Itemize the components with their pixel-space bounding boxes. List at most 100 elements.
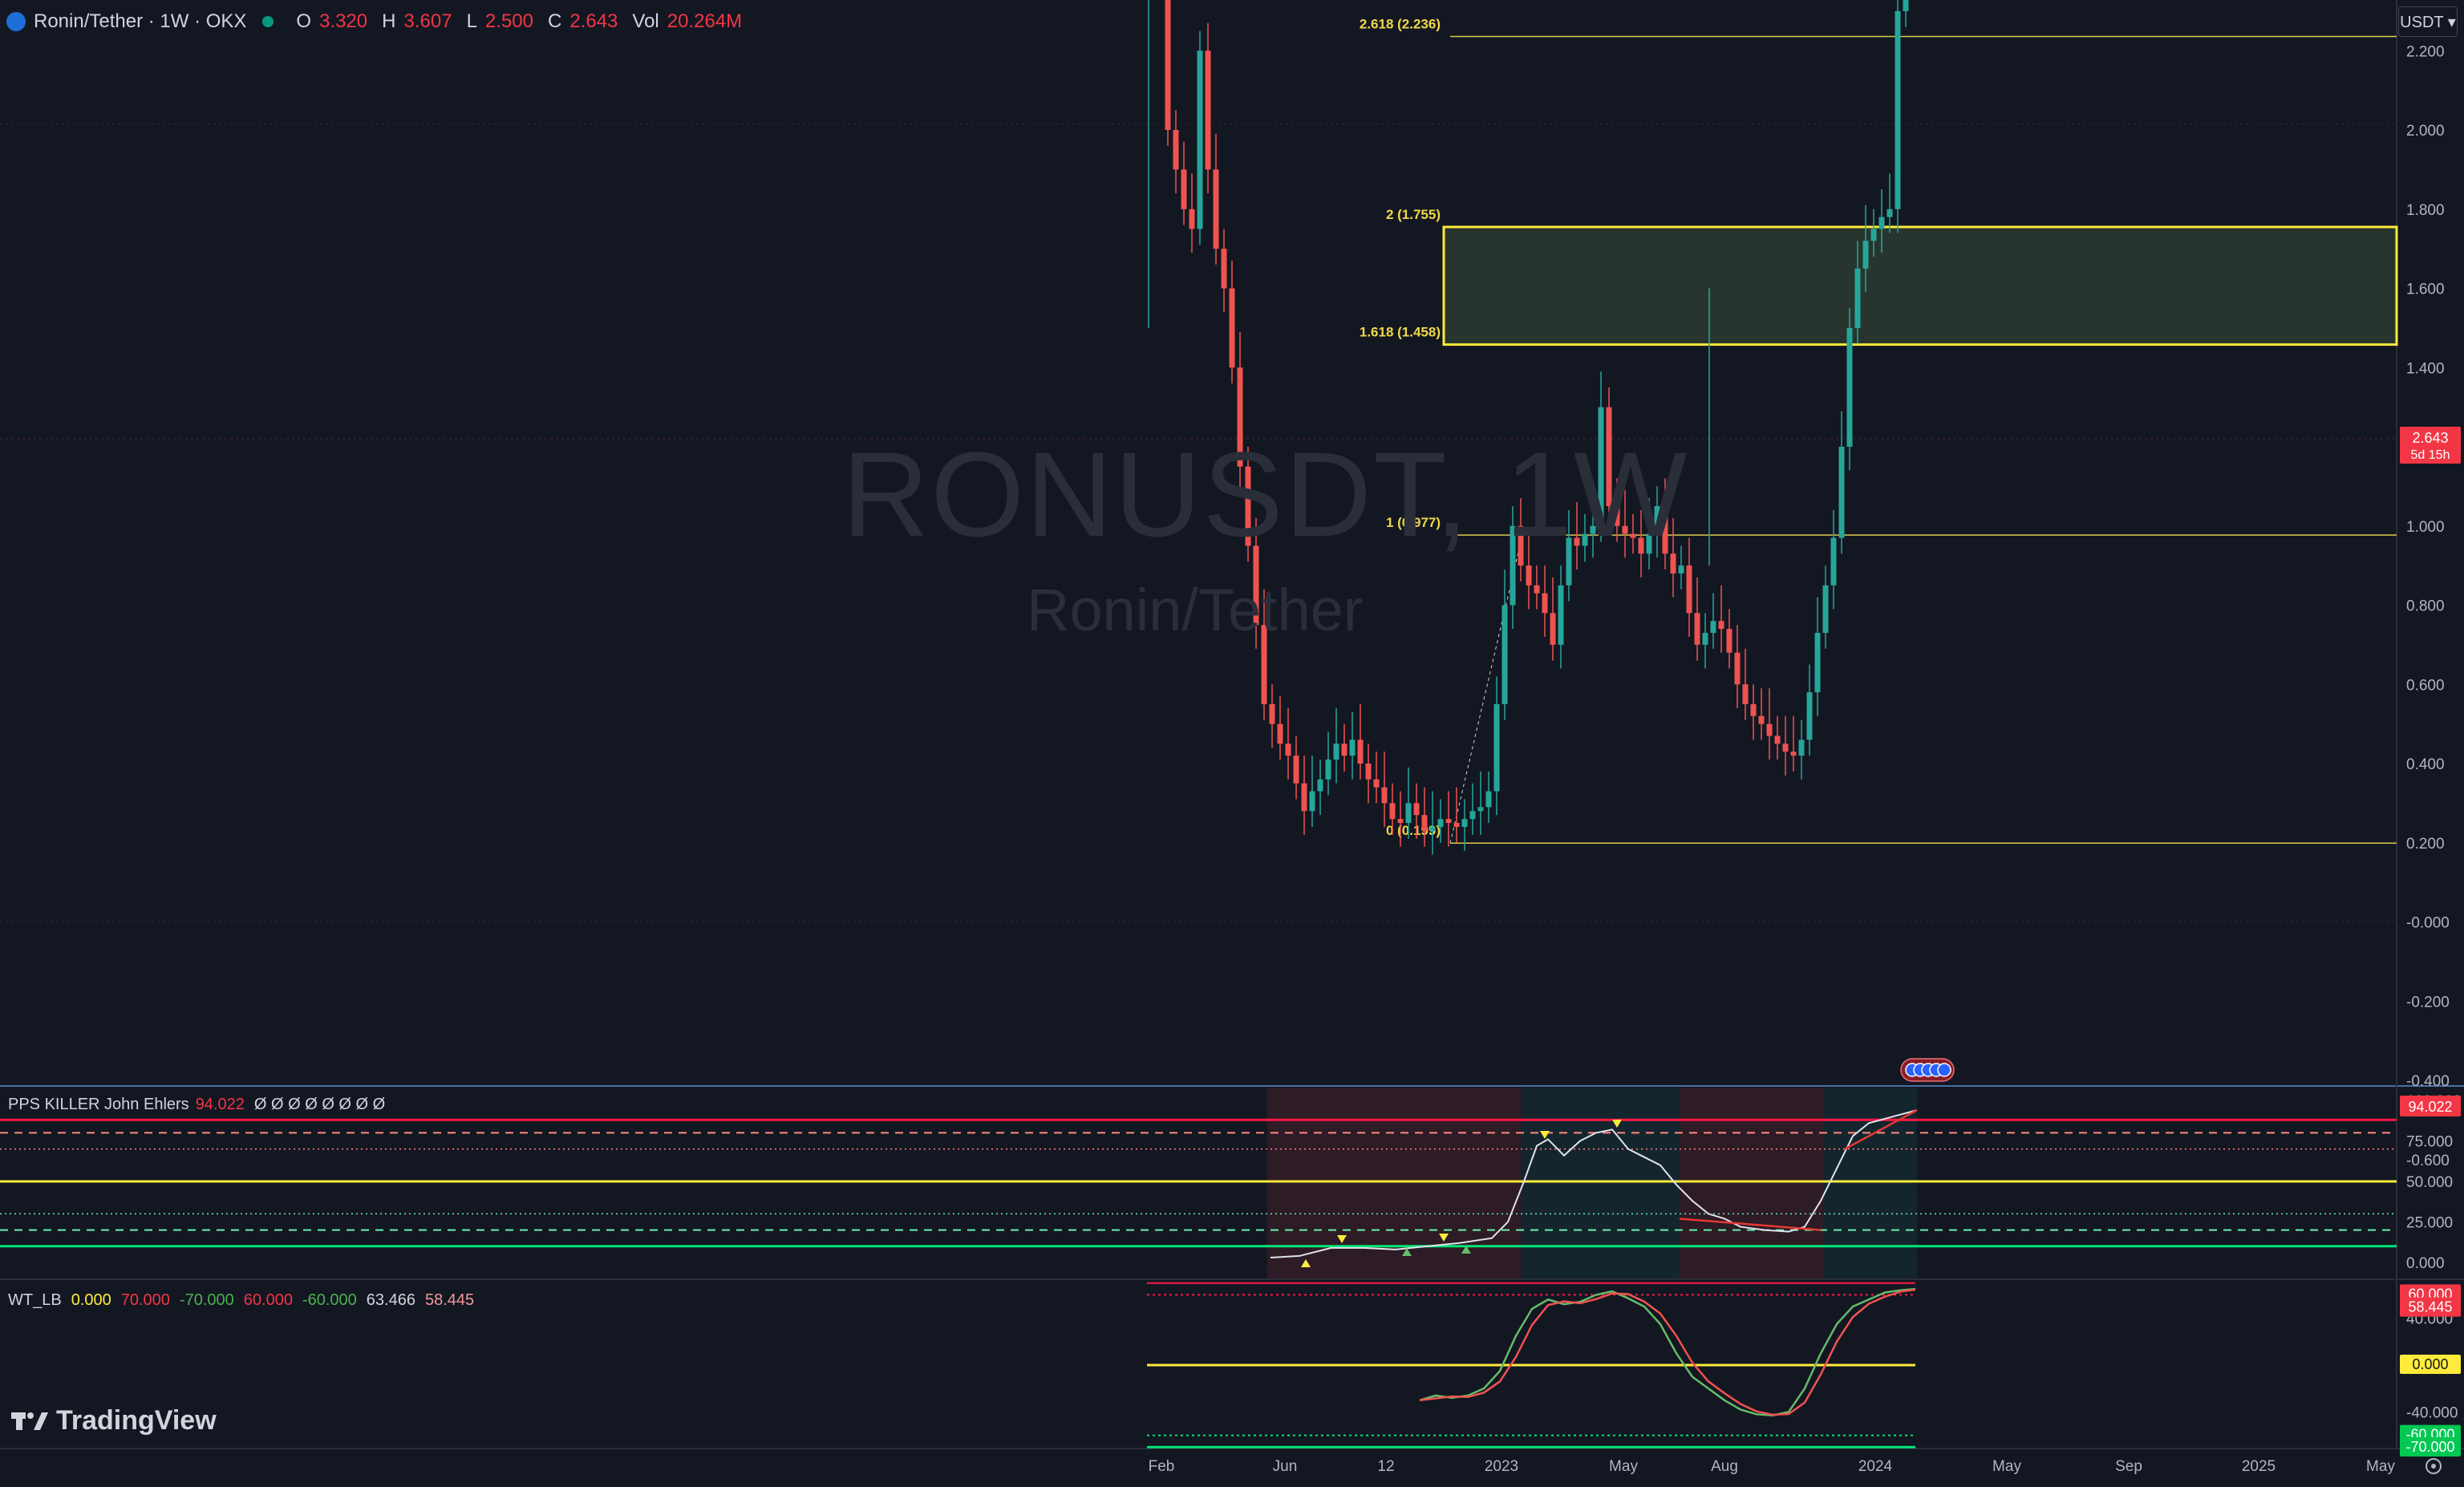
- candle-body: [1197, 51, 1203, 229]
- wt-line-green: [1419, 1287, 1916, 1417]
- high-label: H: [382, 10, 396, 32]
- indicator2-param-6: 63.466: [366, 1291, 415, 1309]
- time-tick-label: 2023: [1485, 1458, 1518, 1475]
- candle-body: [1758, 715, 1765, 724]
- candle-body: [1421, 815, 1428, 831]
- ronin-coin-icon: [6, 12, 26, 31]
- indicator1-value: 94.022: [195, 1096, 245, 1113]
- candle-body: [1558, 585, 1564, 645]
- candle-body: [1293, 756, 1299, 784]
- candle-body: [1325, 760, 1331, 780]
- price-chart[interactable]: 4.6004.4004.2004.0003.8003.6003.4003.200…: [0, 0, 2464, 1483]
- candle-body: [1221, 249, 1227, 289]
- candle-body: [1734, 652, 1741, 685]
- candle-body: [1678, 565, 1684, 573]
- candle-body: [1550, 613, 1556, 645]
- indicator1-extra: Ø Ø Ø Ø Ø Ø Ø Ø: [253, 1096, 386, 1113]
- candle-body: [1854, 268, 1861, 328]
- candle-body: [1477, 807, 1484, 812]
- ind1-zone-red: [1680, 1088, 1824, 1278]
- indicator2-legend[interactable]: WT_LB 0.000 70.000 -70.000 60.000 -60.00…: [8, 1291, 474, 1310]
- candle-body: [1405, 803, 1412, 824]
- candle-body: [1814, 633, 1821, 693]
- wt-value-badge-label: 58.445: [2408, 1299, 2452, 1315]
- price-tick-label: 0.800: [2406, 598, 2445, 615]
- watermark-symbol: RONUSDT, 1W: [842, 427, 1689, 561]
- candle-body: [1718, 621, 1724, 630]
- candle-body: [1742, 684, 1749, 704]
- tradingview-logo-icon: [11, 1409, 48, 1433]
- wt-value-badge-label: 0.000: [2412, 1356, 2448, 1372]
- candle-body: [1365, 764, 1372, 780]
- wt-value-badge-label: -70.000: [2405, 1439, 2454, 1455]
- candle-body: [1534, 585, 1540, 594]
- time-tick-label: Sep: [2115, 1458, 2142, 1475]
- candle-body: [1357, 739, 1364, 764]
- candle-body: [1485, 791, 1492, 808]
- candle-body: [1702, 633, 1708, 645]
- ind1-tick-label: 0.000: [2406, 1255, 2445, 1272]
- close-value: 2.643: [569, 10, 618, 32]
- market-status-icon[interactable]: [262, 16, 274, 27]
- candle-body: [1397, 819, 1404, 824]
- tradingview-brand[interactable]: TradingView: [11, 1405, 217, 1436]
- candle-body: [1181, 169, 1187, 209]
- candle-body: [1542, 593, 1548, 614]
- candle-body: [1269, 703, 1275, 724]
- candle-body: [1790, 752, 1797, 756]
- candle-body: [1526, 565, 1532, 585]
- candle-body: [1895, 10, 1901, 209]
- indicator2-param-3: -70.000: [179, 1291, 234, 1309]
- candle-body: [1774, 735, 1781, 744]
- price-tick-label: -0.000: [2406, 915, 2450, 932]
- volume-label: Vol: [632, 10, 659, 32]
- candle-body: [1726, 629, 1732, 653]
- candle-body: [1903, 0, 1909, 11]
- price-tick-label: 1.800: [2406, 202, 2445, 219]
- candle-body: [1301, 783, 1307, 812]
- candle-body: [1213, 169, 1219, 249]
- price-tick-label: -0.200: [2406, 994, 2450, 1011]
- candle-body: [1878, 217, 1885, 229]
- candle-body: [1229, 288, 1235, 368]
- watermark-name: Ronin/Tether: [1027, 577, 1364, 643]
- candle-body: [1165, 0, 1171, 130]
- time-tick-label: May: [1609, 1458, 1638, 1475]
- candle-body: [1373, 779, 1380, 788]
- low-value: 2.500: [484, 10, 533, 32]
- candle-body: [1277, 723, 1283, 744]
- countdown-label: 5d 15h: [2411, 448, 2450, 462]
- time-tick-label: Jun: [1273, 1458, 1298, 1475]
- candle-body: [1309, 791, 1315, 812]
- candle-body: [1822, 585, 1829, 634]
- chart-stage[interactable]: 4.6004.4004.2004.0003.8003.6003.4003.200…: [0, 0, 2464, 1483]
- price-tick-label: -0.600: [2406, 1153, 2450, 1169]
- candle-body: [1694, 613, 1700, 645]
- price-tick-label: 1.600: [2406, 282, 2445, 298]
- price-tick-label: 0.200: [2406, 836, 2445, 853]
- price-tick-label: 2.200: [2406, 43, 2445, 60]
- price-tick-label: 2.000: [2406, 123, 2445, 140]
- symbol-title[interactable]: Ronin/Tether · 1W · OKX: [34, 10, 246, 33]
- candle-body: [1798, 739, 1805, 756]
- candle-body: [1437, 819, 1444, 827]
- time-tick-label: 2025: [2242, 1458, 2276, 1475]
- time-tick-label: Aug: [1711, 1458, 1738, 1475]
- high-value: 3.607: [403, 10, 452, 32]
- candle-body: [1502, 605, 1508, 704]
- indicator2-param-7: 58.445: [424, 1291, 475, 1309]
- currency-button[interactable]: USDT ▾: [2398, 6, 2458, 37]
- candle-body: [1846, 327, 1853, 447]
- candle-body: [1686, 565, 1692, 614]
- indicator1-legend[interactable]: PPS KILLER John Ehlers 94.022 Ø Ø Ø Ø Ø …: [8, 1096, 385, 1114]
- wt-tick-label: -40.000: [2406, 1404, 2458, 1421]
- ind1-value-badge-label: 94.022: [2408, 1099, 2452, 1115]
- candle-body: [1838, 447, 1845, 538]
- candle-body: [1461, 819, 1468, 827]
- volume-value: 20.264M: [667, 10, 743, 32]
- candle-body: [1429, 827, 1436, 831]
- time-tick-label: Feb: [1149, 1458, 1175, 1475]
- fib-zone: [1442, 225, 2398, 346]
- candle-body: [1766, 723, 1773, 736]
- price-tick-label: -0.400: [2406, 1073, 2450, 1090]
